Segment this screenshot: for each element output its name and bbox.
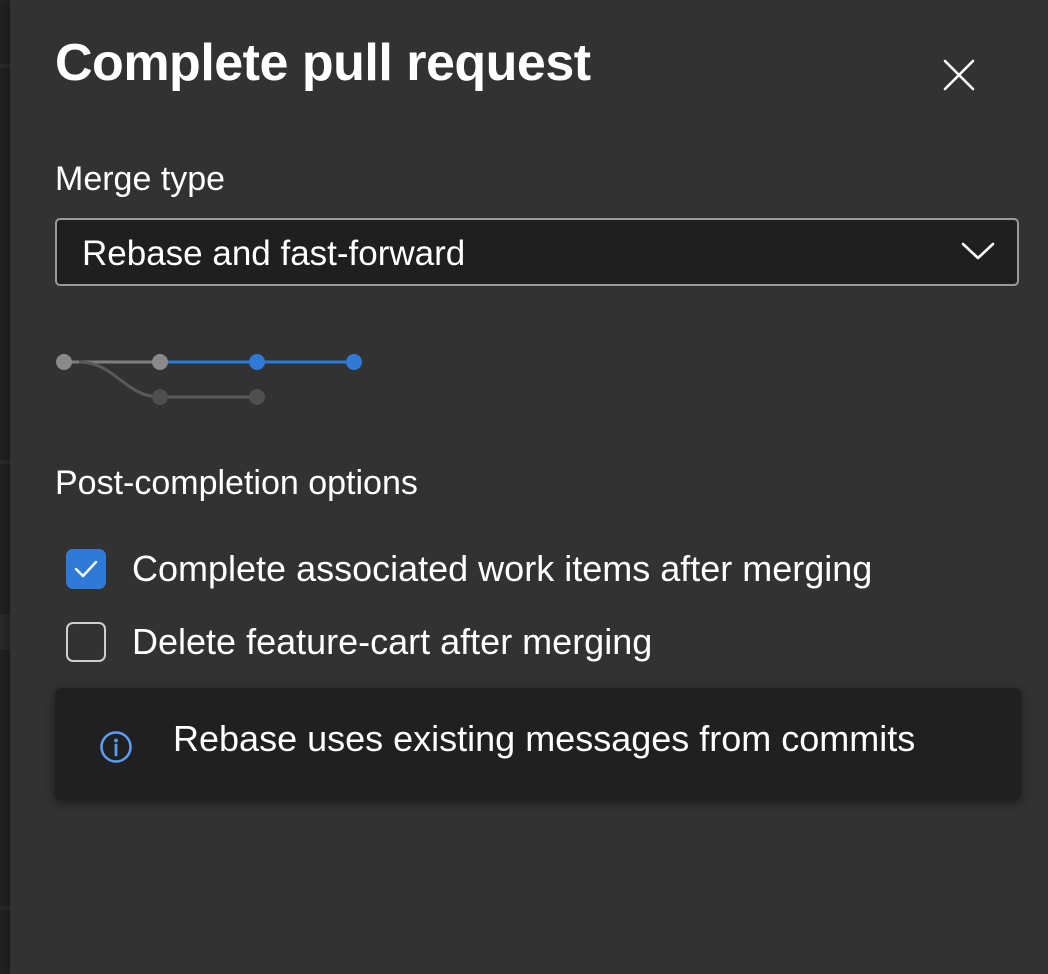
close-button[interactable] [934,50,984,100]
panel-title: Complete pull request [55,34,591,92]
complete-work-items-checkbox[interactable] [66,549,106,589]
merge-type-value: Rebase and fast-forward [82,234,466,273]
checkmark-icon [74,560,98,578]
info-message-text: Rebase uses existing messages from commi… [173,718,916,759]
info-icon [100,731,132,763]
close-icon [943,59,975,91]
post-completion-label: Post-completion options [55,464,418,502]
merge-type-label: Merge type [55,160,226,198]
delete-branch-checkbox[interactable] [66,622,106,662]
backdrop-divider [0,64,10,68]
chevron-down-icon [961,242,995,260]
option-label: Delete feature-cart after merging [132,621,653,662]
backdrop-divider [0,614,10,650]
info-message-bar: Rebase uses existing messages from commi… [55,688,1021,800]
backdrop-divider [0,906,10,910]
option-label: Complete associated work items after mer… [132,548,873,589]
option-delete-branch[interactable]: Delete feature-cart after merging [66,621,652,663]
option-complete-work-items[interactable]: Complete associated work items after mer… [66,548,872,590]
complete-pull-request-panel: Complete pull request Merge type Rebase … [10,0,1048,974]
merge-graph-illustration [56,354,362,405]
merge-type-dropdown[interactable]: Rebase and fast-forward [55,218,1019,286]
backdrop-divider [0,460,10,464]
